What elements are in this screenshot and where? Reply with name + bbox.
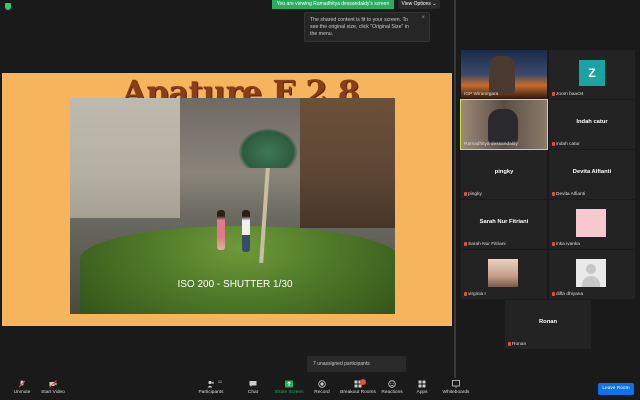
unassigned-participants-notice[interactable]: 7 unassigned participants [307, 356, 406, 372]
participants-label: Participants [198, 390, 224, 395]
muted-mic-icon [552, 242, 555, 246]
photo-palm-leaves [238, 128, 298, 168]
shield-icon[interactable] [5, 3, 11, 10]
panel-divider[interactable] [454, 0, 456, 378]
view-options-button[interactable]: View Options ⌄ [398, 0, 440, 9]
participant-avatar [576, 259, 606, 287]
muted-mic-icon [552, 192, 555, 196]
participant-tile[interactable]: Ronan Ronan [505, 300, 591, 349]
close-icon[interactable]: × [421, 15, 425, 22]
participant-center-name: Devita Alfianti [572, 169, 612, 175]
participant-avatar [576, 209, 606, 237]
whiteboard-icon [452, 380, 460, 388]
participant-tile[interactable]: Z zoom baaO4 [549, 50, 635, 99]
slide-photo: ISO 200 - SHUTTER 1/30 [70, 98, 395, 314]
muted-mic-icon [464, 192, 467, 196]
participant-tile[interactable]: pingky pingky [461, 150, 547, 199]
start-video-button[interactable]: Start Video [33, 380, 73, 395]
whiteboards-label: Whiteboards [442, 390, 470, 395]
participant-name: Devita Alfianti [556, 192, 586, 197]
photo-background-right [300, 98, 395, 228]
photo-figure-woman [217, 210, 225, 250]
participants-button[interactable]: 11 Participants [191, 379, 231, 395]
participant-center-name: Indah catur [576, 119, 608, 125]
photo-caption: ISO 200 - SHUTTER 1/30 [177, 279, 293, 290]
shared-screen: Apature F 2,8 ISO 200 - SHUTTER 1/30 [2, 73, 452, 326]
video-off-icon [49, 380, 57, 388]
photo-figure-man [242, 210, 250, 252]
muted-mic-icon [552, 92, 555, 96]
meeting-toolbar: Unmute Start Video 11 Participants Chat … [0, 378, 640, 400]
participant-name: pingky [468, 192, 482, 197]
photo-background-left [70, 98, 180, 218]
participants-count: 11 [217, 379, 223, 384]
chat-icon [249, 381, 257, 387]
participant-tile[interactable]: Devita Alfianti Devita Alfianti [549, 150, 635, 199]
leave-room-button[interactable]: Leave Room [598, 383, 634, 395]
photo-grass [80, 226, 395, 314]
breakout-notification-badge [360, 379, 366, 385]
participants-icon [207, 380, 214, 388]
participant-center-name: Ronan [538, 319, 558, 325]
apps-icon [418, 380, 426, 388]
participant-center-name: Sarah Nur Fitriani [479, 219, 529, 225]
participant-name: virginia r [468, 292, 487, 297]
participant-name: zoom baaO4 [556, 92, 584, 97]
participant-tile[interactable]: virginia r [461, 250, 547, 299]
participant-center-name: pingky [494, 169, 514, 175]
record-label: Record [314, 390, 330, 395]
muted-mic-icon [464, 242, 467, 246]
participant-name: IGP Wiranegara [464, 92, 499, 97]
viewing-banner: You are viewing Ramadhitya dessandaldy's… [272, 0, 394, 9]
whiteboards-button[interactable]: Whiteboards [436, 380, 476, 395]
participant-name: diffa dhiyana [556, 292, 584, 297]
muted-mic-icon [552, 142, 555, 146]
participant-tile[interactable]: Indah catur indah catur [549, 100, 635, 149]
participant-name: indah catur [556, 142, 580, 147]
zoom-window: You are viewing Ramadhitya dessandaldy's… [0, 0, 640, 400]
muted-mic-icon [464, 292, 467, 296]
muted-mic-icon [552, 292, 555, 296]
start-video-label: Start Video [41, 390, 65, 395]
participant-tile[interactable]: IGP Wiranegara [461, 50, 547, 99]
chat-button[interactable]: Chat [233, 380, 273, 395]
participant-avatar [488, 259, 518, 287]
participant-name: Sarah Nur Fitriani [468, 242, 506, 247]
fit-screen-tooltip: The shared content is fit to your screen… [304, 12, 430, 42]
participant-tile[interactable]: diffa dhiyana [549, 250, 635, 299]
chat-label: Chat [247, 390, 259, 395]
participant-name: Ronan [512, 342, 527, 347]
muted-mic-icon [508, 342, 511, 346]
participant-name: Ramadhitya dessandaldy [464, 142, 518, 147]
participant-tile-active[interactable]: Ramadhitya dessandaldy [460, 99, 548, 150]
record-button[interactable]: Record [302, 380, 342, 395]
participant-name: inka ivanka [556, 242, 580, 247]
share-screen-icon [285, 380, 293, 388]
participant-tile[interactable]: inka ivanka [549, 200, 635, 249]
record-icon [318, 380, 326, 388]
participant-avatar: Z [579, 60, 605, 86]
participant-tile[interactable]: Sarah Nur Fitriani Sarah Nur Fitriani [461, 200, 547, 249]
tooltip-text: The shared content is fit to your screen… [310, 17, 409, 37]
reactions-icon [388, 380, 396, 388]
muted-mic-icon [18, 380, 26, 388]
